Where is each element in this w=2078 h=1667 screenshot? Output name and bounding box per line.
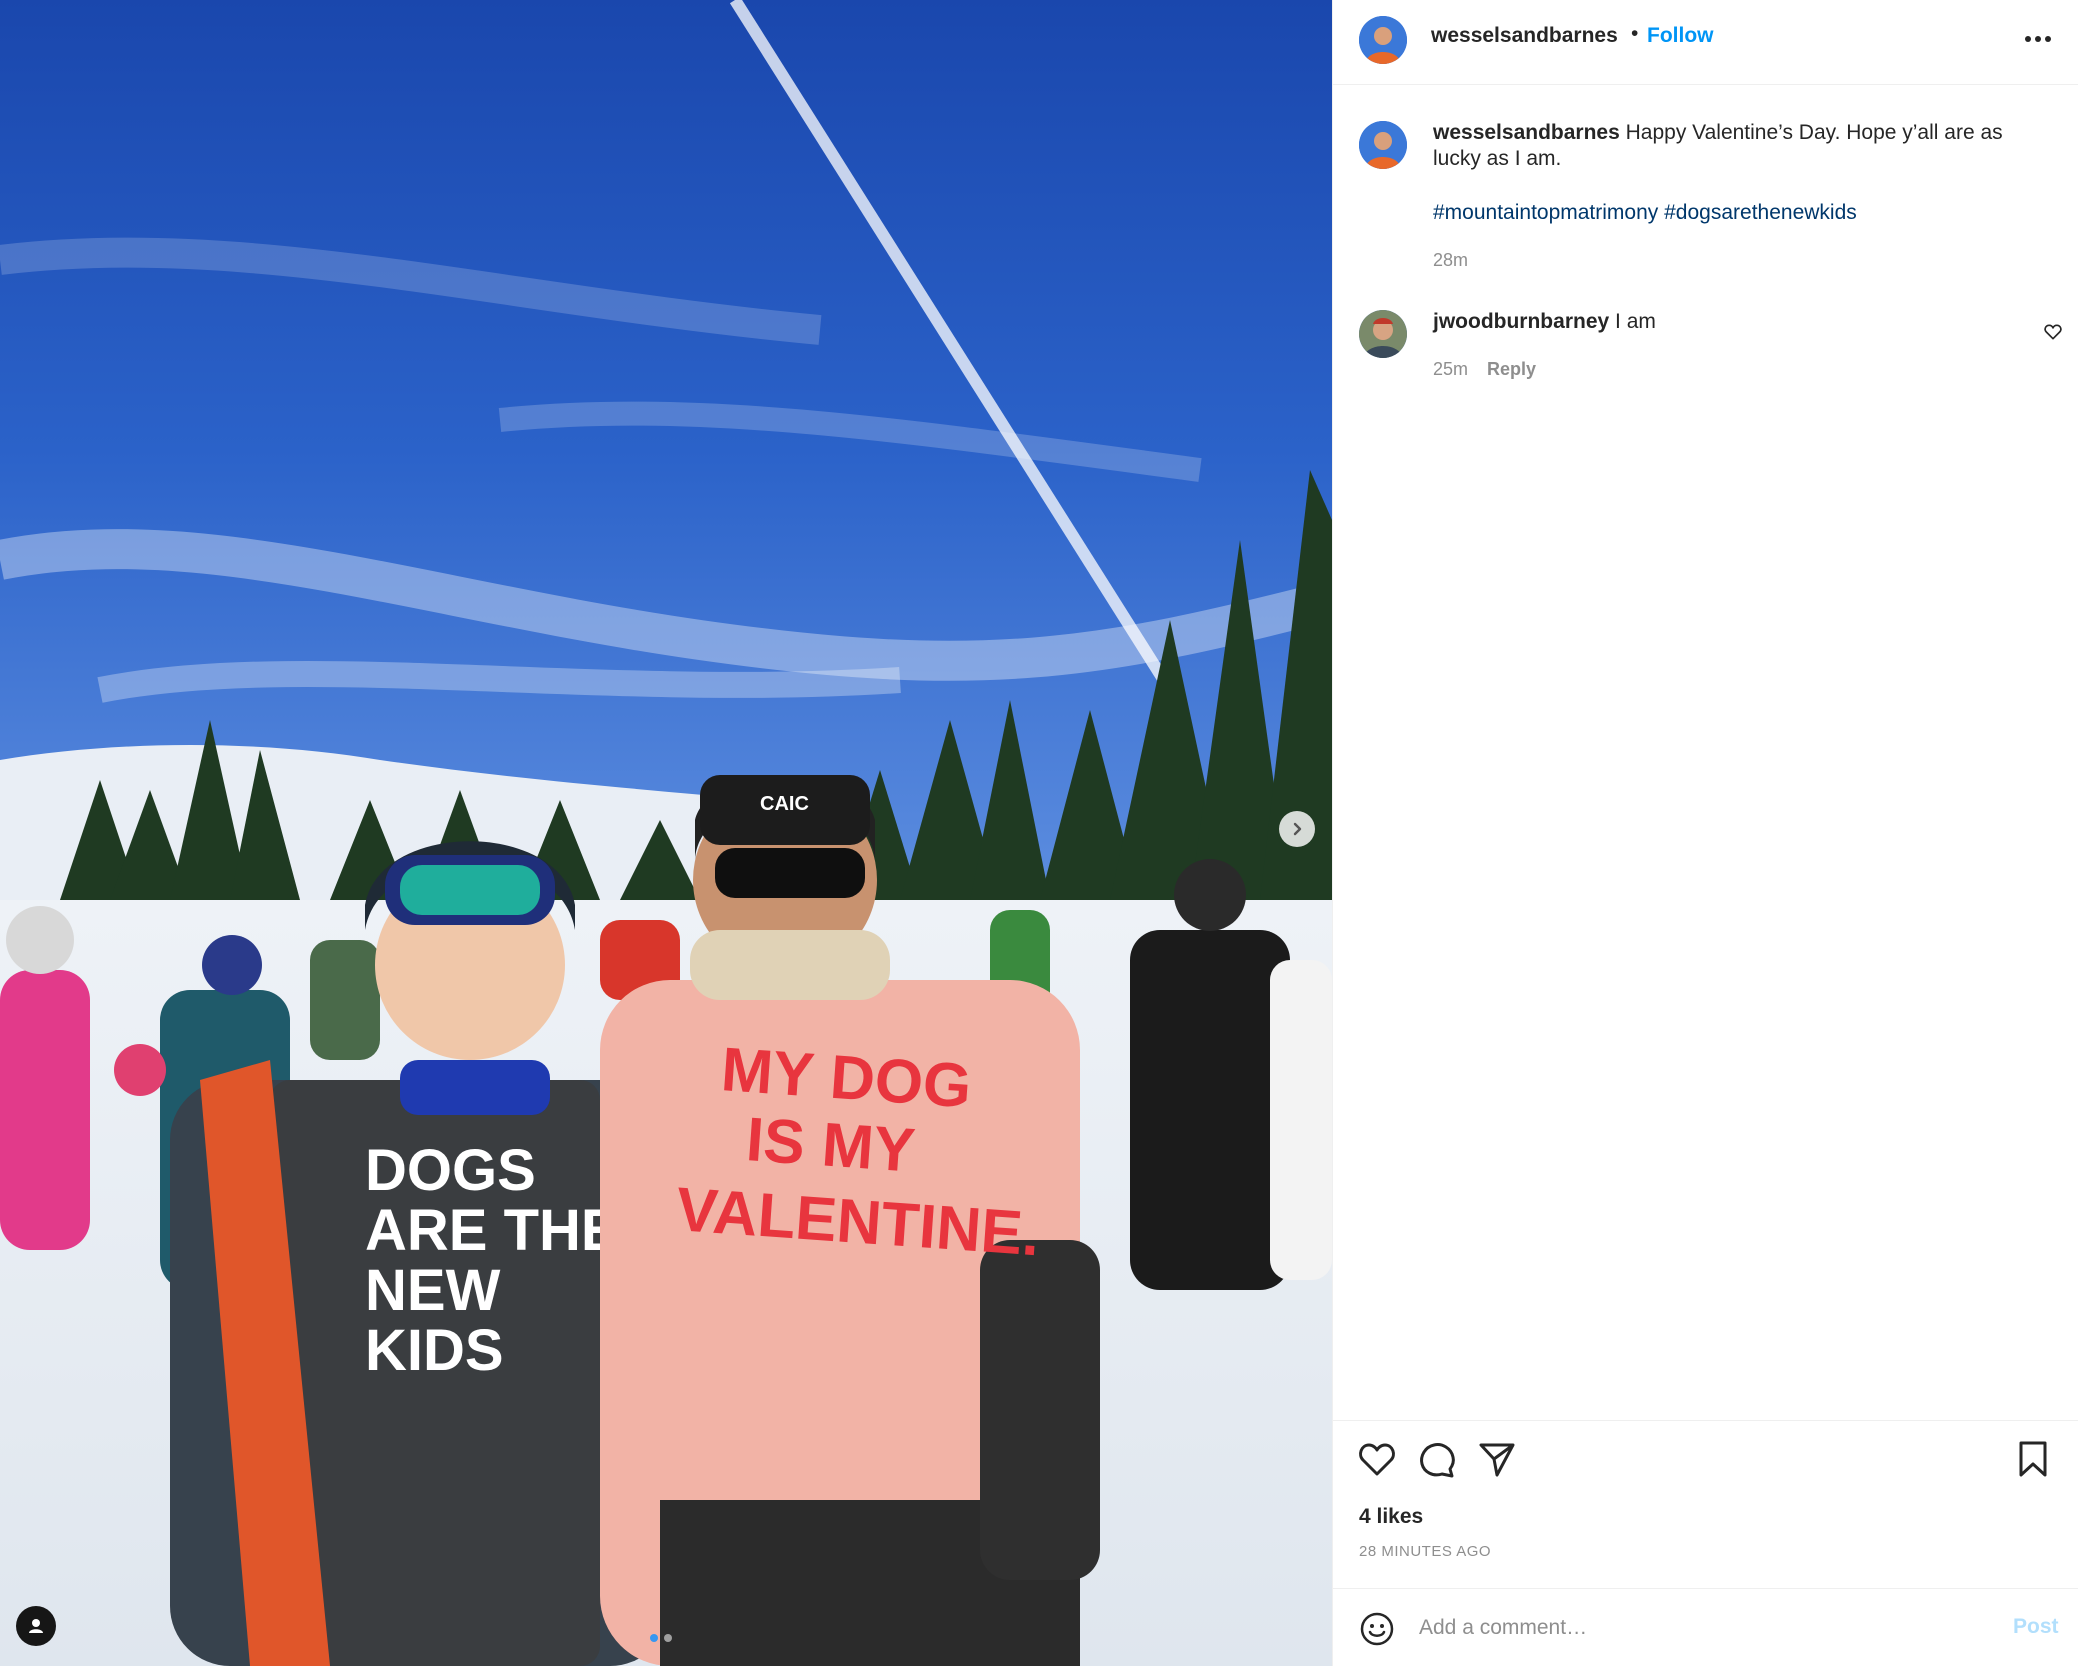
svg-text:ARE THE: ARE THE — [365, 1198, 620, 1263]
carousel-dot — [650, 1634, 658, 1642]
comment-username[interactable]: jwoodburnbarney — [1433, 310, 1609, 333]
svg-text:IS MY: IS MY — [744, 1105, 917, 1186]
tagged-users-button[interactable] — [16, 1606, 56, 1646]
svg-text:CAIC: CAIC — [760, 793, 809, 815]
author-avatar[interactable] — [1359, 16, 1407, 64]
avatar-image — [1359, 16, 1407, 64]
post-actions: 4 likes 28 MINUTES AGO — [1333, 1420, 2078, 1591]
avatar-image — [1359, 310, 1407, 358]
user-icon — [29, 1619, 43, 1633]
comment-meta: 25m Reply — [1433, 359, 1536, 380]
comment-text: jwoodburnbarney I am — [1433, 310, 1656, 334]
svg-text:NEW: NEW — [365, 1258, 501, 1323]
comment-icon[interactable] — [1417, 1439, 1457, 1479]
comment-form: Post — [1333, 1588, 2078, 1667]
bookmark-icon[interactable] — [2013, 1439, 2053, 1479]
reply-button[interactable]: Reply — [1487, 359, 1536, 379]
comment-body: I am — [1615, 310, 1656, 333]
follow-button[interactable]: Follow — [1647, 24, 1714, 48]
hashtag-link[interactable]: #mountaintopmatrimony — [1433, 201, 1658, 224]
photo-scene: DOGS ARE THE NEW KIDS CAIC MY DOG IS MY … — [0, 0, 1332, 1666]
svg-text:DOGS: DOGS — [365, 1138, 536, 1203]
caption-timestamp[interactable]: 28m — [1433, 250, 1468, 271]
carousel-dot — [664, 1634, 672, 1642]
avatar-image — [1359, 121, 1407, 169]
post-sidebar: wesselsandbarnes • Follow wesselsandbarn… — [1332, 0, 2078, 1666]
post-comment-button[interactable]: Post — [2013, 1615, 2059, 1639]
caption-username[interactable]: wesselsandbarnes — [1433, 121, 1620, 144]
carousel-next-button[interactable] — [1279, 811, 1315, 847]
chevron-right-icon — [1293, 822, 1302, 836]
comment-input[interactable] — [1417, 1607, 1961, 1649]
commenter-avatar[interactable] — [1359, 310, 1407, 358]
post-header: wesselsandbarnes • Follow — [1333, 0, 2078, 85]
heart-icon[interactable] — [1357, 1439, 1397, 1479]
author-username[interactable]: wesselsandbarnes — [1431, 24, 1618, 48]
caption-avatar[interactable] — [1359, 121, 1407, 169]
share-icon[interactable] — [1477, 1439, 1517, 1479]
likes-count[interactable]: 4 likes — [1359, 1505, 1423, 1529]
post-timestamp[interactable]: 28 MINUTES AGO — [1359, 1543, 1491, 1560]
more-horizontal-icon[interactable] — [2021, 24, 2055, 54]
emoji-icon[interactable] — [1359, 1611, 1395, 1647]
comment-heart-icon[interactable] — [2043, 322, 2063, 342]
carousel-indicator — [650, 1634, 672, 1642]
caption-hashtags: #mountaintopmatrimony #dogsarethenewkids — [1433, 201, 1857, 225]
svg-text:KIDS: KIDS — [365, 1318, 504, 1383]
comment-timestamp[interactable]: 25m — [1433, 359, 1468, 379]
separator-dot: • — [1631, 22, 1639, 45]
post-photo[interactable]: DOGS ARE THE NEW KIDS CAIC MY DOG IS MY … — [0, 0, 1332, 1666]
hashtag-link[interactable]: #dogsarethenewkids — [1664, 201, 1857, 224]
caption-text: wesselsandbarnes Happy Valentine’s Day. … — [1433, 120, 2043, 172]
